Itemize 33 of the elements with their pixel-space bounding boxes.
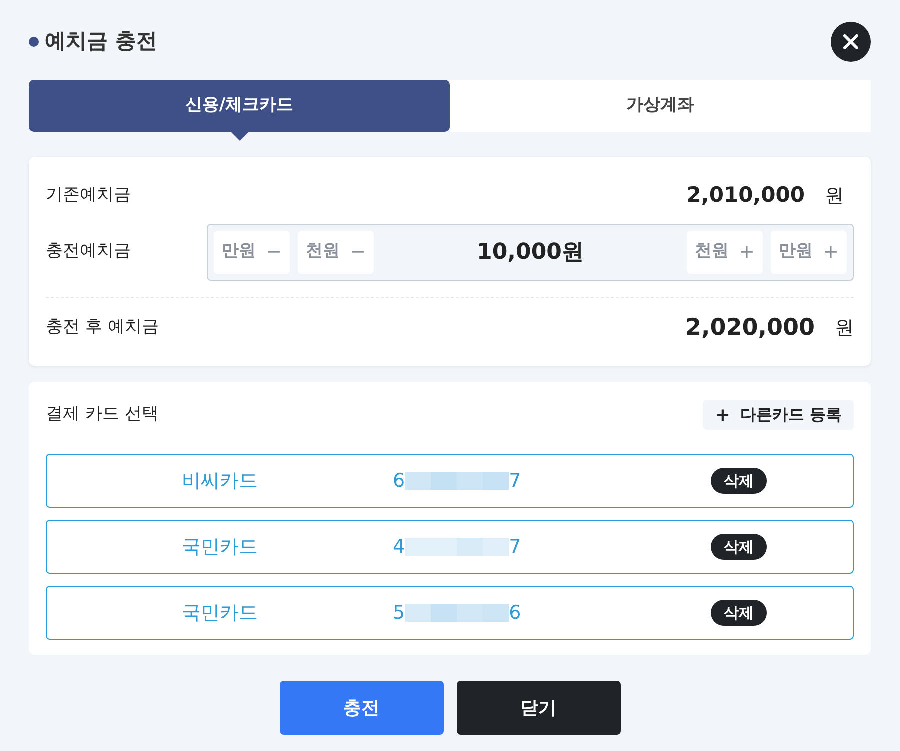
tab-pointer bbox=[230, 132, 248, 141]
card-row[interactable]: 국민카드 4 7 삭제 bbox=[46, 520, 854, 574]
close-dialog-button[interactable]: 닫기 bbox=[456, 681, 620, 735]
unit-text: 원 bbox=[825, 184, 844, 209]
amount-text: 2,010,000 bbox=[686, 182, 805, 210]
row-label: 충전 후 예치금 bbox=[46, 316, 159, 340]
section-label: 결제 카드 선택 bbox=[46, 403, 159, 426]
tab[interactable]: 가상계좌 bbox=[450, 80, 871, 132]
card-name: 국민카드 bbox=[181, 600, 259, 626]
close-icon bbox=[842, 33, 860, 51]
add-card-button[interactable]: + 다른카드 등록 bbox=[703, 400, 854, 430]
unit-text: 원 bbox=[835, 316, 854, 341]
row-label: 충전예치금 bbox=[46, 240, 132, 264]
card-name: 국민카드 bbox=[181, 534, 259, 560]
card-number-last: 6 bbox=[509, 600, 522, 626]
bullet-icon bbox=[29, 37, 39, 47]
charge-button[interactable]: 충전 bbox=[280, 681, 444, 735]
card-number-last: 7 bbox=[509, 534, 522, 560]
amount-text: 2,020,000 bbox=[686, 314, 815, 343]
card-row[interactable]: 비씨카드 6 7 삭제 bbox=[46, 454, 854, 508]
charge-amount: 10,000원 bbox=[476, 238, 585, 266]
card-row[interactable]: 국민카드 5 6 삭제 bbox=[46, 586, 854, 640]
card-name: 비씨카드 bbox=[181, 468, 259, 494]
delete-button[interactable]: 삭제 bbox=[711, 468, 767, 494]
card-number-first: 5 bbox=[393, 600, 406, 626]
row-label: 기존예치금 bbox=[46, 184, 131, 208]
close-button[interactable] bbox=[831, 22, 871, 62]
card-number-first: 4 bbox=[393, 534, 406, 560]
delete-button[interactable]: 삭제 bbox=[711, 600, 767, 626]
delete-button[interactable]: 삭제 bbox=[711, 534, 767, 560]
card-number-last: 7 bbox=[509, 468, 522, 494]
card-number-first: 6 bbox=[393, 468, 406, 494]
dialog-title: 예치금 충전 bbox=[45, 28, 158, 56]
